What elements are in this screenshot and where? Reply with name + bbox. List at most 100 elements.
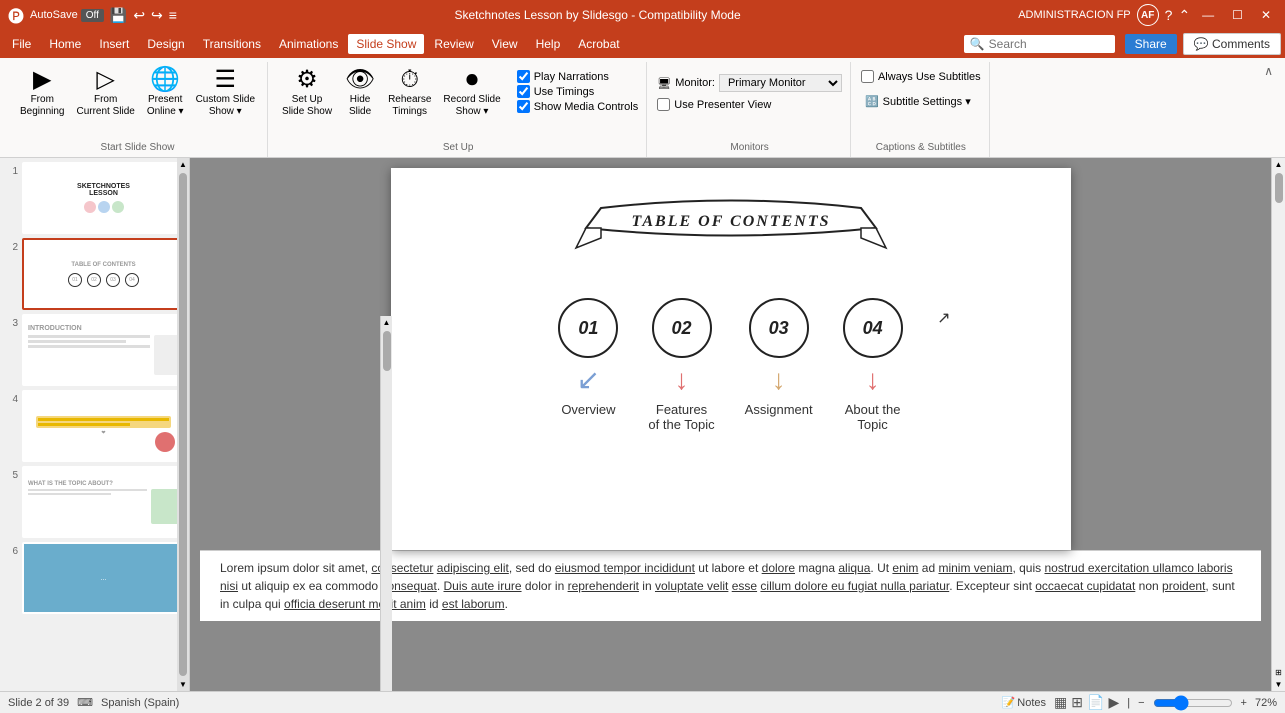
from-beginning-button[interactable]: ▶ FromBeginning — [16, 66, 68, 120]
play-narrations-checkbox-row[interactable]: Play Narrations — [517, 70, 639, 83]
slide-image-6[interactable]: ... — [22, 542, 185, 614]
slide-image-5[interactable]: WHAT IS THE TOPIC ABOUT? — [22, 466, 185, 538]
notes-button[interactable]: 📝 Notes — [1002, 696, 1046, 709]
language-icon: ⌨ — [77, 696, 93, 709]
autosave-toggle[interactable]: AutoSave Off — [30, 9, 104, 22]
right-scrollbar: ▲ ⊞ ▼ — [1271, 158, 1285, 691]
always-use-subtitles-checkbox[interactable] — [861, 70, 874, 83]
always-use-subtitles-row[interactable]: Always Use Subtitles — [861, 70, 981, 83]
set-up-label: Set Up — [443, 140, 474, 157]
view-icons: ▦ ⊞ 📄 ▶ — [1054, 694, 1119, 711]
slide-image-2[interactable]: TABLE OF CONTENTS 01 02 03 04 — [22, 238, 185, 310]
custom-slide-show-button[interactable]: ☰ Custom SlideShow ▾ — [192, 66, 259, 120]
user-avatar[interactable]: AF — [1137, 4, 1159, 26]
search-input[interactable] — [989, 37, 1109, 51]
comments-button[interactable]: 💬 Comments — [1183, 33, 1281, 55]
slide-thumbnail-6[interactable]: 6 ... — [4, 542, 185, 614]
zoom-in-button[interactable]: + — [1241, 697, 1247, 709]
slide-thumbnail-5[interactable]: 5 WHAT IS THE TOPIC ABOUT? — [4, 466, 185, 538]
normal-view-button[interactable]: ▦ — [1054, 694, 1067, 711]
use-timings-checkbox[interactable] — [517, 85, 530, 98]
right-scroll-handle[interactable] — [1275, 173, 1283, 203]
slide-image-4[interactable]: ❤ — [22, 390, 185, 462]
toc-circle-2: 02 — [652, 298, 712, 358]
slideshow-view-button[interactable]: ▶ — [1108, 694, 1119, 711]
toc-circle-1: 01 — [558, 298, 618, 358]
present-online-icon: 🌐 — [150, 68, 180, 92]
panel-scroll-down[interactable]: ▼ — [177, 678, 189, 691]
menu-insert[interactable]: Insert — [91, 34, 137, 54]
menu-view[interactable]: View — [484, 34, 526, 54]
svg-text:TABLE OF CONTENTS: TABLE OF CONTENTS — [631, 213, 830, 230]
slide-sorter-button[interactable]: ⊞ — [1071, 694, 1083, 711]
fit-slide-button[interactable]: ⊞ — [1275, 668, 1282, 677]
slide-banner: TABLE OF CONTENTS — [571, 188, 891, 268]
autosave-state[interactable]: Off — [81, 9, 104, 22]
slide-thumbnail-1[interactable]: 1 SKETCHNOTESLESSON — [4, 162, 185, 234]
save-icon[interactable]: 💾 — [110, 7, 127, 24]
panel-scrollbar[interactable] — [179, 173, 187, 676]
record-slide-show-button[interactable]: ⏺ Record SlideShow ▾ — [439, 66, 504, 120]
menu-help[interactable]: Help — [528, 34, 569, 54]
zoom-level[interactable]: 72% — [1255, 697, 1277, 709]
slide-number-4: 4 — [4, 394, 18, 405]
maximize-button[interactable]: ☐ — [1226, 8, 1249, 22]
canvas-scrollbar[interactable] — [383, 331, 391, 371]
toc-item-4: 04 ↓ About theTopic — [843, 298, 903, 432]
menu-file[interactable]: File — [4, 34, 39, 54]
powerpoint-logo: 🅟 — [8, 3, 24, 27]
minimize-button[interactable]: — — [1196, 8, 1220, 22]
search-bar[interactable]: 🔍 — [964, 35, 1115, 53]
slide-image-3[interactable]: INTRODUCTION — [22, 314, 185, 386]
set-up-slide-show-button[interactable]: ⚙ Set UpSlide Show — [278, 66, 336, 120]
slide-image-1[interactable]: SKETCHNOTESLESSON — [22, 162, 185, 234]
redo-icon[interactable]: ↪ — [151, 7, 163, 24]
start-slide-show-label: Start Slide Show — [101, 140, 175, 157]
menu-home[interactable]: Home — [41, 34, 89, 54]
notes-area[interactable]: Lorem ipsum dolor sit amet, consectetur … — [200, 550, 1261, 621]
admin-label: ADMINISTRACION FP — [1018, 9, 1130, 21]
share-button[interactable]: Share — [1125, 34, 1177, 54]
subtitle-settings-button[interactable]: 🔠 Subtitle Settings ▾ — [861, 93, 981, 110]
slide-thumbnail-4[interactable]: 4 ❤ — [4, 390, 185, 462]
show-media-controls-checkbox-row[interactable]: Show Media Controls — [517, 100, 639, 113]
zoom-out-button[interactable]: − — [1138, 697, 1144, 709]
hide-slide-button[interactable]: 👁 HideSlide — [340, 66, 380, 120]
menu-acrobat[interactable]: Acrobat — [570, 34, 627, 54]
panel-scroll-up[interactable]: ▲ — [177, 158, 189, 171]
use-presenter-view-row[interactable]: Use Presenter View — [657, 98, 842, 111]
ribbon-toggle-icon[interactable]: ⌃ — [1178, 7, 1190, 24]
reading-view-button[interactable]: 📄 — [1087, 694, 1104, 711]
zoom-slider[interactable] — [1153, 695, 1233, 711]
menu-slide-show[interactable]: Slide Show — [348, 34, 424, 54]
ribbon-collapse-button[interactable]: ∧ — [1260, 62, 1277, 157]
use-timings-checkbox-row[interactable]: Use Timings — [517, 85, 639, 98]
right-scroll-up[interactable]: ▲ — [1273, 158, 1285, 171]
toc-circle-4: 04 — [843, 298, 903, 358]
toc-item-3: 03 ↓ Assignment — [745, 298, 813, 432]
menu-animations[interactable]: Animations — [271, 34, 346, 54]
present-online-button[interactable]: 🌐 PresentOnline ▾ — [143, 66, 188, 120]
play-narrations-checkbox[interactable] — [517, 70, 530, 83]
undo-icon[interactable]: ↩ — [133, 7, 145, 24]
close-button[interactable]: ✕ — [1255, 8, 1277, 22]
ribbon: ▶ FromBeginning ▷ FromCurrent Slide 🌐 Pr… — [0, 58, 1285, 158]
slide-thumbnail-3[interactable]: 3 INTRODUCTION — [4, 314, 185, 386]
menu-review[interactable]: Review — [426, 34, 481, 54]
show-media-controls-checkbox[interactable] — [517, 100, 530, 113]
canvas-scroll-up[interactable]: ▲ — [381, 316, 393, 329]
menu-transitions[interactable]: Transitions — [195, 34, 269, 54]
ribbon-group-set-up: ⚙ Set UpSlide Show 👁 HideSlide ⏱ Rehears… — [270, 62, 647, 157]
toc-items: 01 ↙ Overview 02 ↓ Featuresof the Topic … — [558, 298, 902, 432]
hide-slide-icon: 👁 — [345, 68, 375, 92]
menu-design[interactable]: Design — [139, 34, 192, 54]
use-presenter-view-checkbox[interactable] — [657, 98, 670, 111]
monitor-select[interactable]: Primary Monitor Secondary Monitor — [719, 74, 842, 92]
right-scroll-down[interactable]: ▼ — [1273, 678, 1285, 691]
help-icon[interactable]: ? — [1165, 7, 1173, 23]
zoom-separator: | — [1127, 697, 1130, 709]
from-current-slide-button[interactable]: ▷ FromCurrent Slide — [72, 66, 138, 120]
slide-thumbnail-2[interactable]: 2 TABLE OF CONTENTS 01 02 03 — [4, 238, 185, 310]
rehearse-timings-button[interactable]: ⏱ RehearseTimings — [384, 66, 435, 120]
options-icon[interactable]: ≡ — [169, 7, 177, 23]
